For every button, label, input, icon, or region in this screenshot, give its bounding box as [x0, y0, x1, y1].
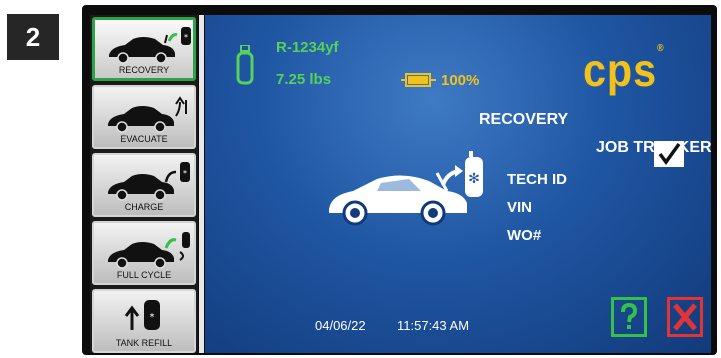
cps-logo: cps®	[583, 43, 665, 97]
main-screen: R-1234yf 7.25 lbs 100% cps® RECOVERY JOB…	[205, 15, 711, 353]
date-display: 04/06/22	[315, 318, 366, 333]
battery-icon	[401, 73, 436, 87]
sidebar-item-tank-refill[interactable]: * TANK REFILL	[92, 289, 196, 353]
sidebar: * RECOVERY EVACUATE * CHARGE FULL CYCLE …	[90, 15, 198, 353]
sidebar-divider	[199, 15, 204, 353]
help-button[interactable]	[611, 297, 647, 337]
svg-text:*: *	[150, 312, 155, 323]
vin-label[interactable]: VIN	[507, 199, 532, 216]
refrigerant-label: R-1234yf	[276, 39, 339, 56]
tank-refill-icon: *	[124, 300, 160, 330]
svg-text:✻: ✻	[468, 171, 480, 187]
sidebar-item-label: FULL CYCLE	[116, 270, 172, 280]
mode-title: RECOVERY	[479, 111, 569, 128]
car-recovery-icon: *	[109, 27, 191, 64]
sidebar-item-label: TANK REFILL	[115, 338, 173, 348]
sidebar-item-label: EVACUATE	[120, 134, 168, 144]
tank-icon	[236, 45, 254, 85]
checkmark-icon	[658, 142, 681, 165]
cancel-button[interactable]	[667, 297, 703, 337]
sidebar-item-full-cycle[interactable]: FULL CYCLE	[92, 221, 196, 285]
question-icon	[621, 302, 638, 329]
job-tracker-checkbox[interactable]	[654, 141, 684, 167]
logo-registered-mark: ®	[657, 43, 665, 54]
svg-text:*: *	[184, 33, 188, 42]
car-evacuate-icon	[108, 96, 187, 133]
wo-number-label[interactable]: WO#	[507, 227, 541, 244]
svg-text:*: *	[183, 169, 187, 178]
sidebar-item-recovery[interactable]: * RECOVERY	[92, 17, 196, 81]
tech-id-label[interactable]: TECH ID	[507, 171, 567, 188]
car-full-cycle-icon	[108, 232, 190, 269]
car-recovery-illustration: ✻	[329, 151, 483, 226]
sidebar-item-charge[interactable]: * CHARGE	[92, 153, 196, 217]
step-number: 2	[25, 21, 41, 52]
close-icon	[673, 303, 697, 331]
car-charge-icon: *	[108, 162, 190, 201]
tank-weight: 7.25 lbs	[276, 71, 332, 88]
sidebar-item-label: RECOVERY	[118, 65, 170, 75]
battery-percent: 100%	[441, 72, 480, 89]
sidebar-item-evacuate[interactable]: EVACUATE	[92, 85, 196, 149]
logo-text: cps	[583, 44, 658, 96]
frame-top-edge	[412, 5, 572, 10]
step-badge: 2	[7, 14, 59, 60]
device-frame: * RECOVERY EVACUATE * CHARGE FULL CYCLE …	[82, 5, 717, 355]
time-display: 11:57:43 AM	[397, 318, 470, 333]
sidebar-item-label: CHARGE	[124, 202, 164, 212]
